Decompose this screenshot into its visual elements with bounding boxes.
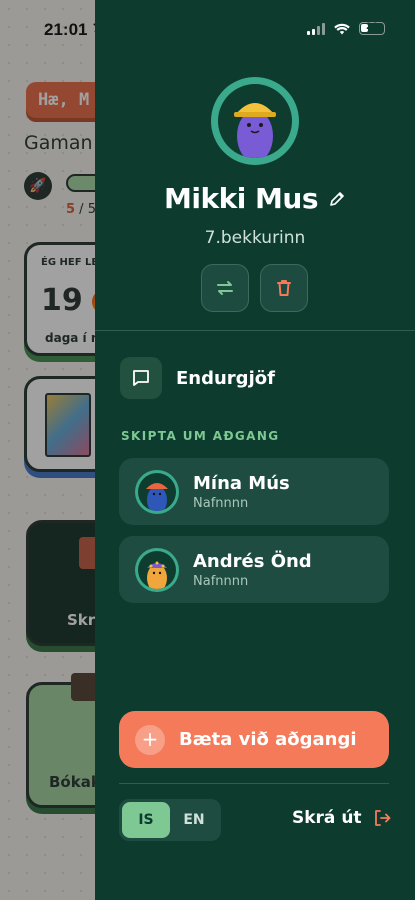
account-avatar [135,547,179,592]
switch-button[interactable] [201,264,249,312]
character-avatar-icon [138,472,176,511]
account-avatar [135,469,179,514]
feedback-item[interactable]: Endurgjöf [120,357,275,399]
wifi-icon [334,23,350,35]
account-name: Mína Mús [193,472,290,494]
swap-arrows-icon [217,281,233,295]
account-item[interactable]: Mína Mús Nafnnnn [119,458,389,525]
feedback-label: Endurgjöf [176,367,275,389]
delete-button[interactable] [260,264,308,312]
profile-avatar[interactable] [211,77,299,165]
status-time: 21:01 [44,20,88,39]
chat-bubble-icon [120,357,162,399]
account-username: Nafnnnn [193,495,249,511]
plus-icon: + [135,724,165,755]
profile-name: Mikki Mus [163,182,319,215]
account-username: Nafnnnn [193,573,249,589]
profile-grade: 7.bekkurinn [204,228,306,248]
status-icons: 29 [307,22,385,35]
signal-icon [307,22,325,35]
profile-name-row: Mikki Mus [95,182,415,215]
character-avatar-icon [138,550,176,589]
add-account-label: Bæta við aðgangi [179,729,357,750]
language-option-en[interactable]: EN [170,802,218,838]
battery-icon: 29 [359,22,385,35]
add-account-button[interactable]: + Bæta við aðgangi [119,711,389,768]
character-avatar-icon [234,103,276,158]
profile-drawer: 29 Mikki Mus 7.bekkurinn Endurgjöf SKIPT… [95,0,415,900]
trash-icon [277,280,291,296]
language-toggle: IS EN [119,799,221,841]
divider [119,783,389,784]
switch-account-heading: SKIPTA UM AÐGANG [121,429,280,443]
account-name: Andrés Önd [193,550,312,572]
divider [95,330,415,331]
logout-label: Skrá út [292,808,362,828]
language-option-is[interactable]: IS [122,802,170,838]
logout-button[interactable]: Skrá út [292,808,392,828]
account-item[interactable]: Andrés Önd Nafnnnn [119,536,389,603]
edit-pencil-icon[interactable] [328,190,346,208]
logout-icon [374,810,390,826]
